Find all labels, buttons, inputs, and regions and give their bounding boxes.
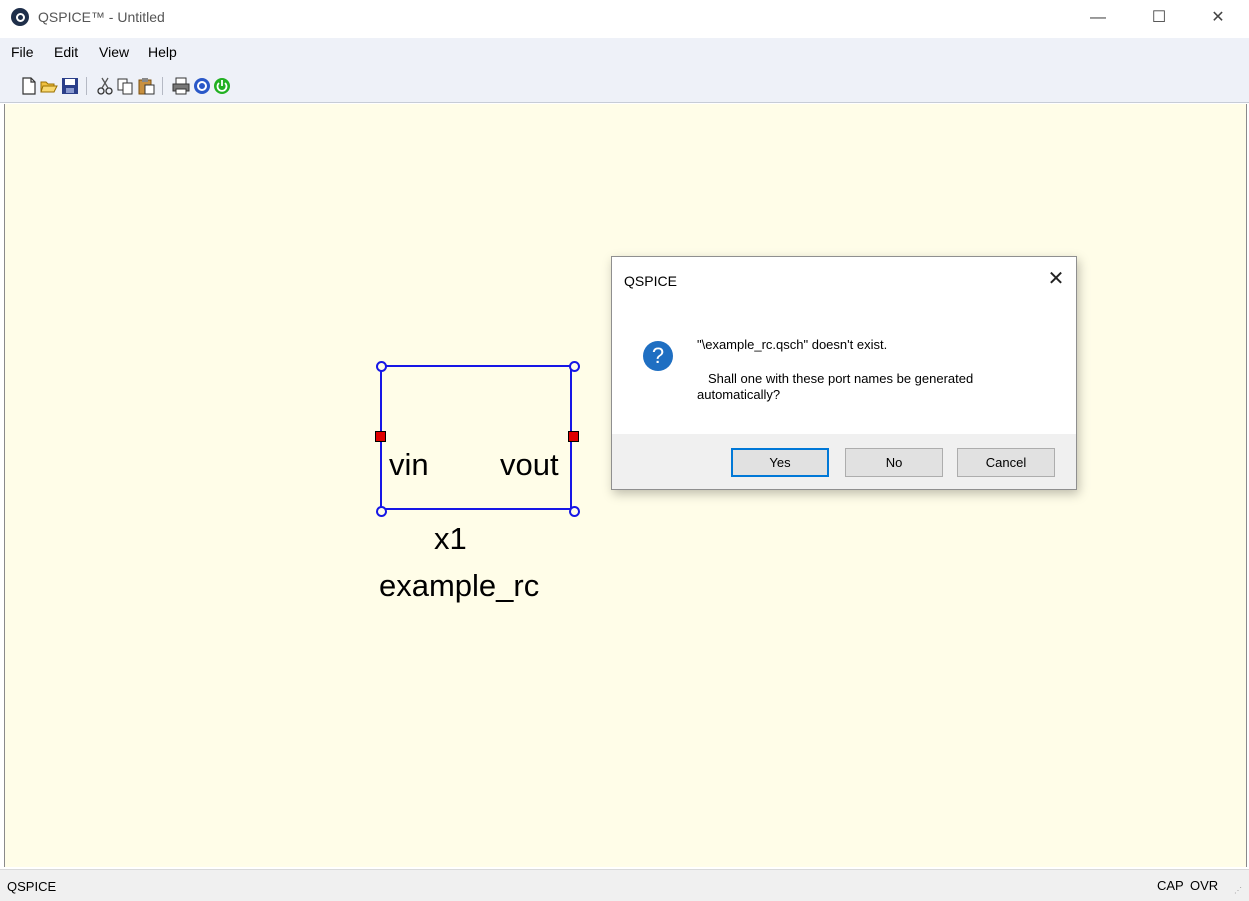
selection-handle-bottom-left[interactable]	[376, 506, 387, 517]
instance-name-label: x1	[434, 521, 467, 556]
qspice-logo-icon	[11, 8, 29, 26]
menu-view[interactable]: View	[99, 44, 129, 60]
close-window-button[interactable]: ✕	[1195, 0, 1241, 36]
caps-lock-indicator: CAP	[1157, 878, 1184, 893]
cut-icon[interactable]	[96, 77, 114, 95]
dialog-title: QSPICE	[624, 273, 677, 289]
paste-icon[interactable]	[137, 77, 155, 95]
pin-vin[interactable]	[375, 431, 386, 442]
dialog-close-button[interactable]: ✕	[1044, 267, 1068, 291]
copy-icon[interactable]	[116, 77, 134, 95]
power-icon[interactable]	[213, 77, 231, 95]
menu-edit[interactable]: Edit	[54, 44, 78, 60]
generate-port-dialog: QSPICE ✕ ? "\example_rc.qsch" doesn't ex…	[611, 256, 1077, 490]
new-icon[interactable]	[20, 77, 38, 95]
selection-handle-top-right[interactable]	[569, 361, 580, 372]
dialog-message-line3: automatically?	[697, 387, 781, 402]
window-title: QSPICE™ - Untitled	[38, 9, 165, 25]
port-label-vin: vin	[389, 447, 429, 482]
no-button[interactable]: No	[845, 448, 943, 477]
minimize-button[interactable]: —	[1075, 0, 1121, 36]
menu-bar: File Edit View Help	[0, 38, 1249, 68]
title-bar: QSPICE™ - Untitled — ☐ ✕	[0, 0, 1249, 38]
open-icon[interactable]	[40, 77, 58, 95]
save-icon[interactable]	[61, 77, 79, 95]
menu-help[interactable]: Help	[148, 44, 177, 60]
resize-grip-icon[interactable]: ⋰	[1234, 886, 1244, 896]
dialog-message-line1: "\example_rc.qsch" doesn't exist.	[697, 337, 888, 352]
symbol-name-label: example_rc	[379, 568, 540, 603]
status-text: QSPICE	[7, 879, 57, 894]
dialog-message-line2: Shall one with these port names be gener…	[708, 371, 974, 386]
maximize-button[interactable]: ☐	[1136, 0, 1182, 36]
toolbar	[0, 68, 1249, 103]
selection-handle-bottom-right[interactable]	[569, 506, 580, 517]
selection-handle-top-left[interactable]	[376, 361, 387, 372]
pin-vout[interactable]	[568, 431, 579, 442]
status-bar: QSPICE CAP OVR ⋰	[0, 869, 1249, 901]
print-icon[interactable]	[172, 77, 190, 95]
yes-button[interactable]: Yes	[731, 448, 829, 477]
help-icon[interactable]	[193, 77, 211, 95]
port-label-vout: vout	[500, 447, 559, 482]
question-icon: ?	[643, 341, 673, 371]
overwrite-indicator: OVR	[1190, 878, 1219, 893]
subcircuit-symbol[interactable]	[380, 365, 572, 510]
menu-file[interactable]: File	[11, 44, 34, 60]
cancel-button[interactable]: Cancel	[957, 448, 1055, 477]
